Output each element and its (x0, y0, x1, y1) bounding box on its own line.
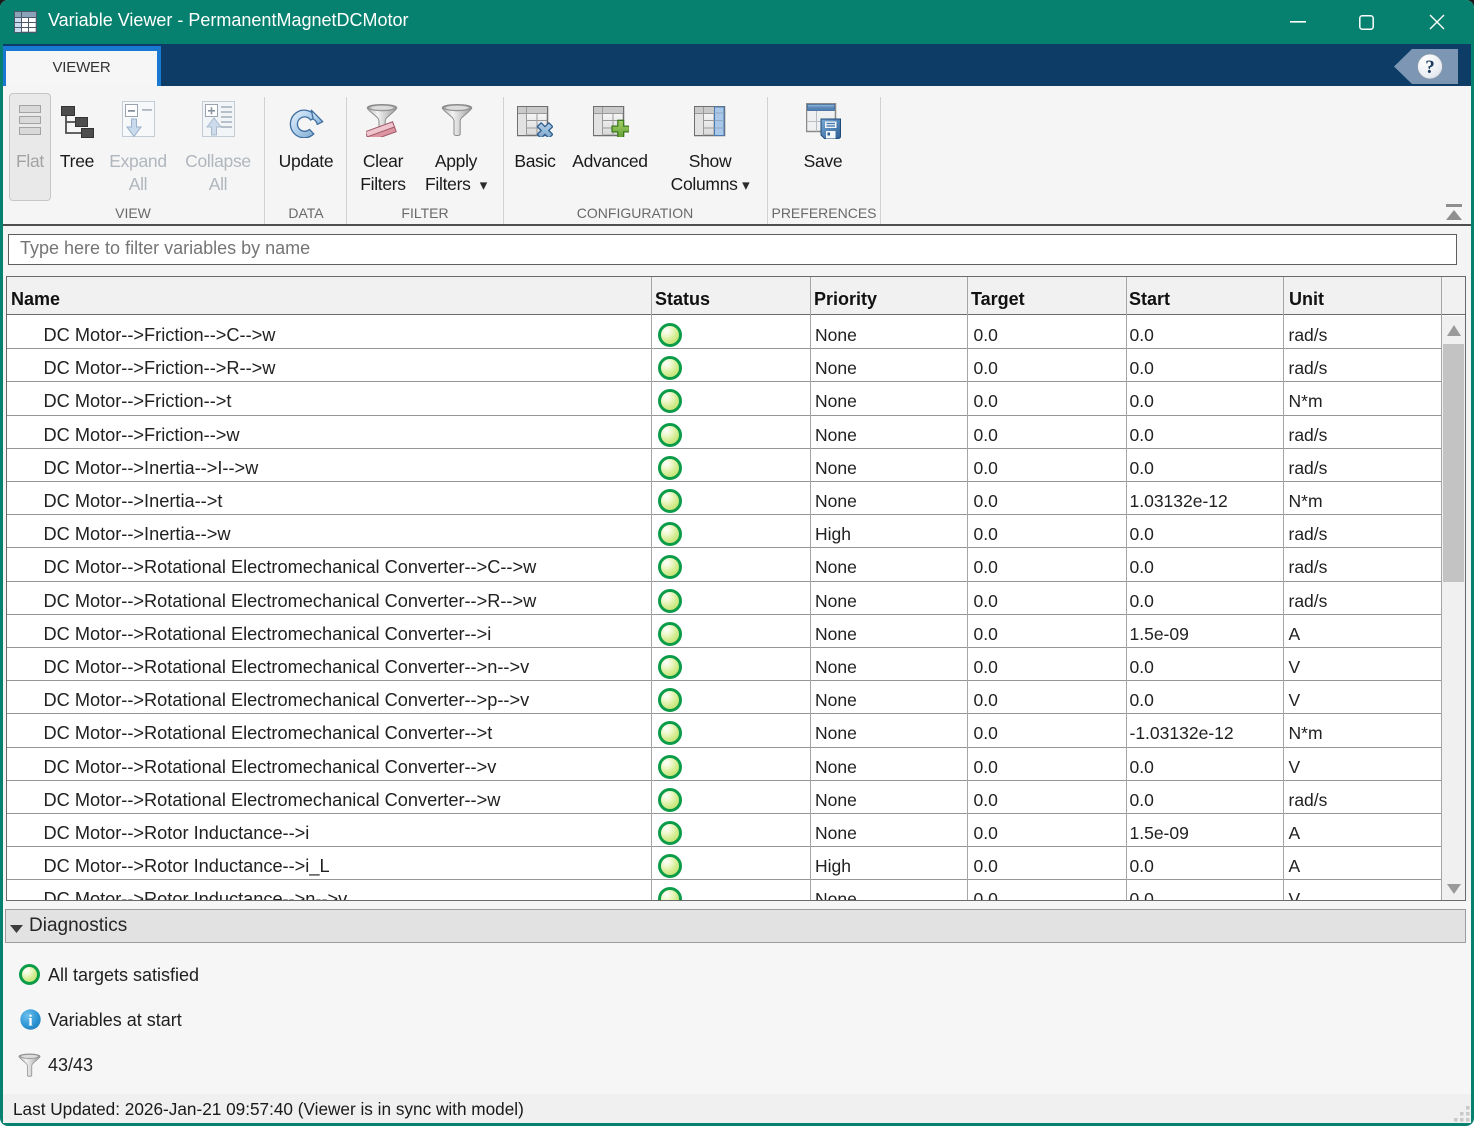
svg-text:?: ? (1425, 57, 1435, 78)
svg-text:i: i (28, 1013, 33, 1030)
